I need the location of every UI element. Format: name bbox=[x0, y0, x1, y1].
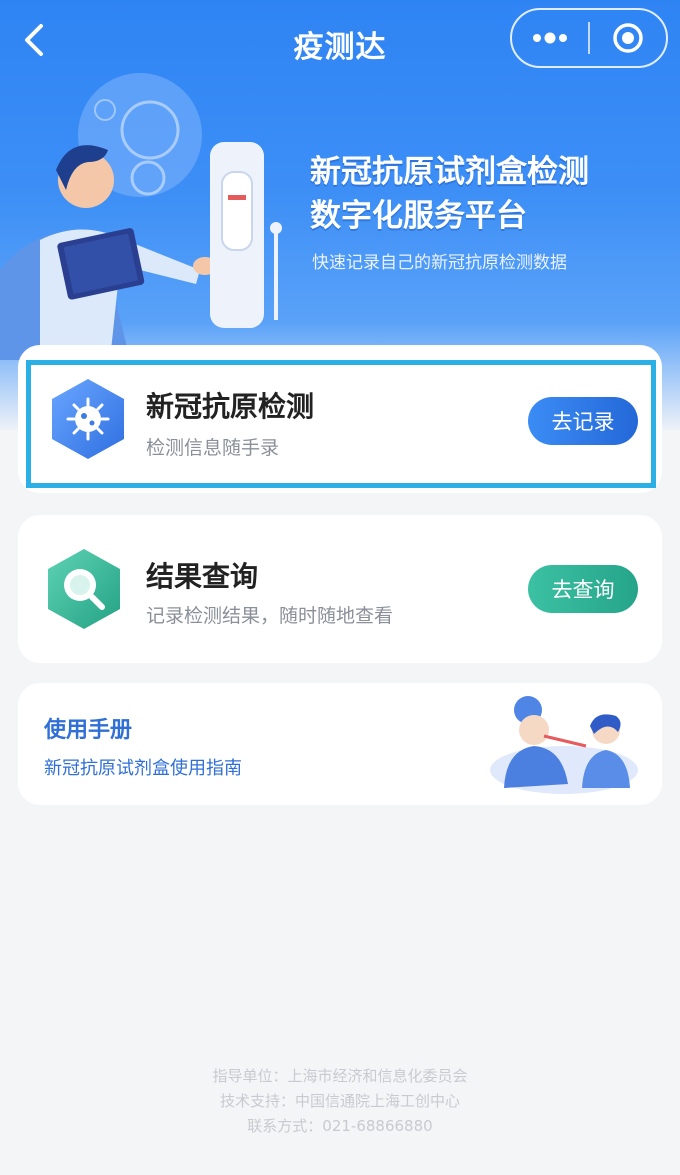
footer-tech: 技术支持：中国信通院上海工创中心 bbox=[219, 1092, 460, 1110]
card-desc: 记录检测结果，随时随地查看 bbox=[146, 605, 394, 627]
antigen-test-card[interactable]: 新冠抗原检测 检测信息随手录 去记录 bbox=[18, 345, 662, 493]
query-button[interactable]: 去查询 bbox=[528, 565, 638, 613]
navbar: 疫测达 bbox=[0, 0, 680, 84]
more-dots-icon bbox=[533, 32, 567, 44]
footer-contact: 联系方式：021-68866880 bbox=[247, 1117, 433, 1135]
doctor-illustration bbox=[0, 73, 282, 360]
magnifier-icon bbox=[48, 549, 120, 629]
record-button[interactable]: 去记录 bbox=[528, 397, 638, 445]
footer: 指导单位：上海市经济和信息化委员会 技术支持：中国信通院上海工创中心 联系方式：… bbox=[0, 1064, 680, 1139]
hero-title-line2: 数字化服务平台 bbox=[310, 198, 527, 234]
hero-title-line1: 新冠抗原试剂盒检测 bbox=[310, 154, 589, 190]
hero-subtitle: 快速记录自己的新冠抗原检测数据 bbox=[312, 253, 567, 273]
manual-desc: 新冠抗原试剂盒使用指南 bbox=[44, 758, 242, 779]
card-title: 结果查询 bbox=[146, 560, 259, 593]
card-title: 新冠抗原检测 bbox=[146, 390, 315, 423]
testing-illustration bbox=[490, 696, 638, 794]
more-button[interactable] bbox=[512, 10, 588, 66]
mini-program-capsule bbox=[510, 8, 668, 68]
footer-sponsor: 指导单位：上海市经济和信息化委员会 bbox=[212, 1067, 468, 1085]
target-circle-icon bbox=[613, 23, 643, 53]
virus-icon bbox=[52, 379, 124, 459]
close-button[interactable] bbox=[590, 10, 666, 66]
hero-title: 新冠抗原试剂盒检测 数字化服务平台 bbox=[310, 150, 670, 238]
result-query-card[interactable]: 结果查询 记录检测结果，随时随地查看 去查询 bbox=[18, 515, 662, 663]
card-desc: 检测信息随手录 bbox=[146, 437, 280, 459]
manual-title: 使用手册 bbox=[44, 718, 133, 743]
